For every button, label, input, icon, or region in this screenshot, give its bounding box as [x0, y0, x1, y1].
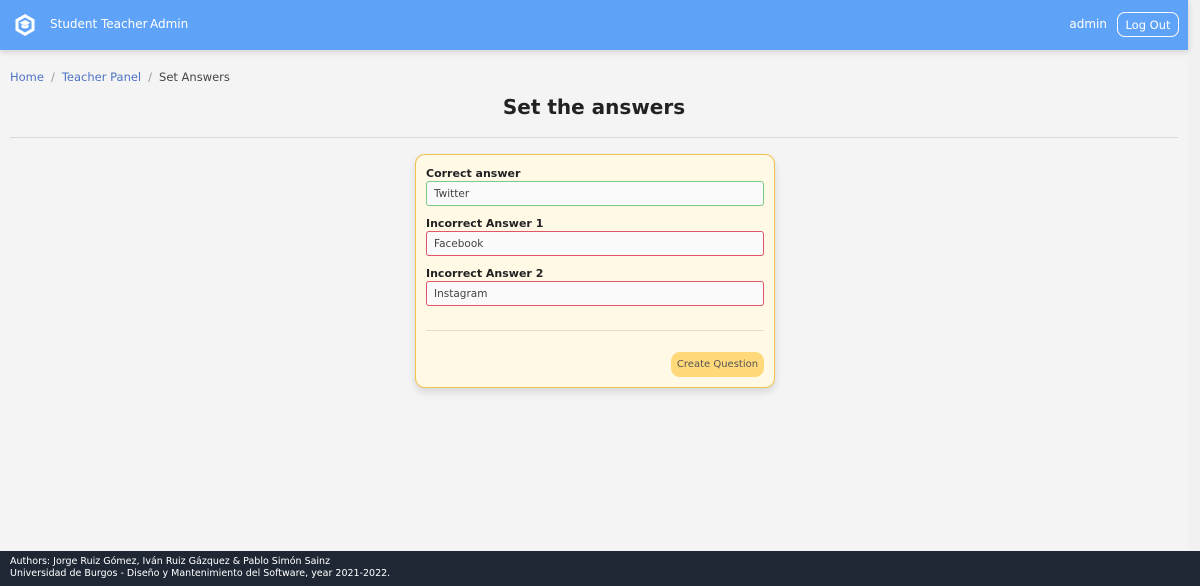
footer-university: Universidad de Burgos - Diseño y Manteni…	[10, 568, 391, 579]
page-title: Set the answers	[502, 95, 686, 119]
nav-link-teacher[interactable]: Teacher	[101, 17, 148, 31]
navbar: Student Teacher Admin admin Log Out	[0, 0, 1188, 50]
breadcrumb: Home / Teacher Panel / Set Answers	[10, 70, 230, 84]
logout-button[interactable]: Log Out	[1117, 12, 1179, 37]
incorrect-answer-2-label: Incorrect Answer 2	[426, 267, 544, 280]
page: Student Teacher Admin admin Log Out Home…	[0, 0, 1200, 586]
breadcrumb-home[interactable]: Home	[10, 70, 44, 84]
current-user: admin	[1069, 17, 1107, 31]
nav-link-student[interactable]: Student	[50, 17, 97, 31]
answers-form-card: Correct answer Incorrect Answer 1 Incorr…	[415, 154, 775, 388]
breadcrumb-teacher-panel[interactable]: Teacher Panel	[62, 70, 141, 84]
footer: Authors: Jorge Ruiz Gómez, Iván Ruiz Gáz…	[0, 551, 1200, 586]
correct-answer-label: Correct answer	[426, 167, 521, 180]
scrollbar[interactable]	[1188, 0, 1200, 551]
nav-link-admin[interactable]: Admin	[150, 17, 188, 31]
breadcrumb-current: Set Answers	[159, 70, 230, 84]
footer-authors: Authors: Jorge Ruiz Gómez, Iván Ruiz Gáz…	[10, 556, 331, 567]
incorrect-answer-1-input[interactable]	[426, 231, 764, 256]
breadcrumb-separator: /	[50, 70, 55, 84]
create-question-button[interactable]: Create Question	[671, 352, 764, 377]
graduation-cap-icon[interactable]	[13, 13, 37, 37]
correct-answer-input[interactable]	[426, 181, 764, 206]
title-divider	[10, 137, 1178, 138]
breadcrumb-separator: /	[148, 70, 153, 84]
incorrect-answer-2-input[interactable]	[426, 281, 764, 306]
incorrect-answer-1-label: Incorrect Answer 1	[426, 217, 544, 230]
card-divider	[426, 330, 764, 331]
